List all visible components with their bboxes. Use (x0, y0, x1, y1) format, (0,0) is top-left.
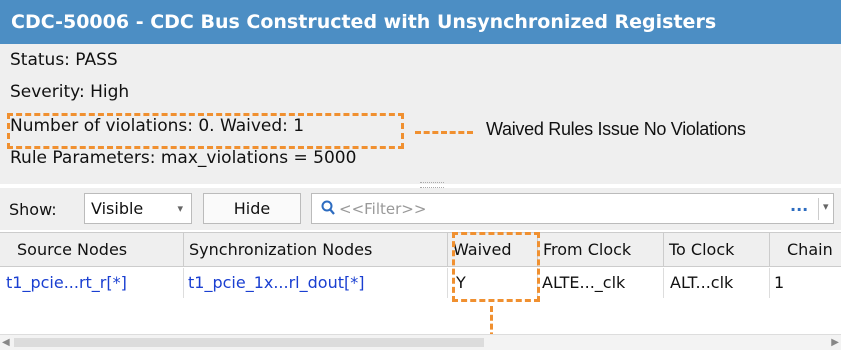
to-clock-cell: ALT...clk (664, 268, 770, 298)
violations-highlight-box (7, 113, 404, 149)
filter-box: ... ▾ (311, 193, 834, 224)
scrollbar-thumb[interactable] (14, 338, 484, 347)
search-icon (321, 200, 335, 215)
column-header-to-clock[interactable]: To Clock (664, 233, 770, 266)
column-header-chain[interactable]: Chain (770, 233, 841, 266)
horizontal-scrollbar[interactable]: ◀ ▶ (0, 334, 841, 351)
window-title: CDC-50006 - CDC Bus Constructed with Uns… (0, 0, 841, 44)
table-row[interactable]: t1_pcie...rt_r[*] t1_pcie_1x...rl_dout[*… (0, 268, 841, 298)
status-text: Status: PASS (10, 50, 118, 70)
chain-cell: 1 (774, 273, 785, 292)
rule-details-window: CDC-50006 - CDC Bus Constructed with Uns… (0, 0, 841, 356)
sync-node-cell[interactable]: t1_pcie_1x...rl_dout[*] (184, 268, 448, 298)
hide-button[interactable]: Hide (203, 193, 301, 224)
waived-column-highlight-box (452, 232, 540, 302)
scroll-left-icon[interactable]: ◀ (2, 337, 10, 348)
show-dropdown-value: Visible (91, 199, 144, 218)
filter-options-button[interactable]: ... (790, 196, 808, 215)
rule-parameters-text: Rule Parameters: max_violations = 5000 (10, 148, 357, 168)
show-dropdown[interactable]: Visible ▾ (84, 193, 192, 224)
source-node-cell[interactable]: t1_pcie...rt_r[*] (2, 268, 184, 298)
filter-input[interactable] (339, 197, 779, 220)
column-header-source-nodes[interactable]: Source Nodes (12, 233, 184, 266)
chevron-down-icon: ▾ (177, 202, 183, 215)
divider (818, 198, 819, 220)
bottom-edge (0, 350, 841, 356)
show-label: Show: (9, 200, 57, 219)
severity-text: Severity: High (10, 82, 130, 102)
scroll-right-icon[interactable]: ▶ (831, 337, 839, 348)
callout-connector (415, 131, 473, 134)
callout-annotation: Waived Rules Issue No Violations (486, 119, 746, 139)
from-clock-cell: ALTE..._clk (538, 268, 664, 298)
column-header-from-clock[interactable]: From Clock (538, 233, 664, 266)
table-header-row: Source Nodes Synchronization Nodes Waive… (0, 232, 841, 267)
column-header-synchronization-nodes[interactable]: Synchronization Nodes (184, 233, 448, 266)
chevron-down-icon[interactable]: ▾ (823, 200, 829, 213)
violations-table: Source Nodes Synchronization Nodes Waive… (0, 232, 841, 334)
filter-toolbar: Show: Visible ▾ Hide ... ▾ (0, 188, 841, 230)
